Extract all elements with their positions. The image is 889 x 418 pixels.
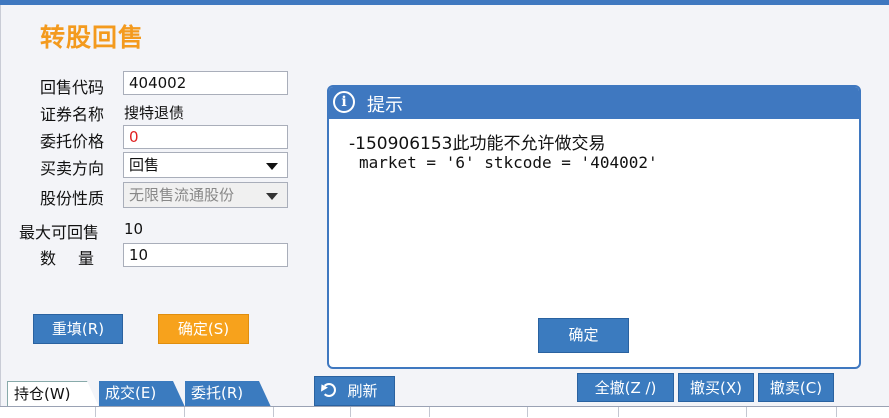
price-input[interactable] — [123, 125, 288, 149]
share-type-value: 无限售流通股份 — [129, 186, 235, 204]
price-label: 委托价格 — [40, 132, 105, 151]
column-divider — [429, 407, 430, 417]
chevron-down-icon — [266, 193, 278, 200]
column-divider — [746, 407, 747, 417]
share-type-select[interactable]: 无限售流通股份 — [123, 182, 288, 208]
dialog-header: i 提示 — [329, 87, 859, 119]
column-divider — [95, 407, 96, 417]
cancel-sell-button[interactable]: 撤卖(C) — [758, 373, 834, 402]
column-divider — [527, 407, 528, 417]
column-divider — [618, 407, 619, 417]
column-divider — [350, 407, 351, 417]
cancel-all-button[interactable]: 全撤(Z /) — [577, 373, 674, 402]
column-divider — [273, 407, 274, 417]
dialog-title: 提示 — [367, 95, 403, 116]
direction-label: 买卖方向 — [40, 159, 105, 178]
cancel-buy-button[interactable]: 撤买(X) — [678, 373, 754, 402]
dialog-message-line2: market = '6' stkcode = '404002' — [359, 153, 658, 172]
max-value: 10 — [124, 220, 144, 238]
left-border — [0, 5, 1, 417]
qty-input[interactable] — [123, 243, 288, 267]
tab-orders[interactable]: 委托(R) — [185, 381, 271, 407]
direction-select[interactable]: 回售 — [123, 152, 288, 178]
code-input[interactable] — [123, 71, 288, 95]
tab-trades[interactable]: 成交(E) — [99, 381, 185, 407]
tab-holdings[interactable]: 持仓(W) — [7, 381, 99, 407]
page-title: 转股回售 — [40, 23, 145, 52]
name-label: 证券名称 — [40, 105, 105, 124]
share-type-label: 股份性质 — [40, 189, 105, 208]
qty-label: 数 量 — [40, 249, 98, 268]
name-value: 搜特退债 — [124, 104, 185, 122]
alert-dialog: i 提示 -150906153此功能不允许做交易 market = '6' st… — [327, 85, 861, 369]
refresh-button[interactable]: 刷新 — [314, 376, 395, 406]
info-icon: i — [333, 91, 355, 113]
code-label: 回售代码 — [40, 78, 105, 97]
reset-button[interactable]: 重填(R) — [33, 314, 123, 344]
column-divider — [836, 407, 837, 417]
max-label: 最大可回售 — [19, 223, 100, 242]
chevron-down-icon — [266, 163, 278, 170]
refresh-label: 刷新 — [347, 382, 378, 400]
dialog-message-line1: -150906153此功能不允许做交易 — [349, 134, 606, 154]
results-table-header — [0, 406, 889, 418]
direction-value: 回售 — [129, 156, 160, 174]
confirm-button[interactable]: 确定(S) — [158, 314, 249, 344]
column-divider — [184, 407, 185, 417]
top-accent-bar — [0, 0, 889, 5]
dialog-ok-button[interactable]: 确定 — [538, 318, 629, 353]
refresh-icon — [322, 383, 336, 397]
